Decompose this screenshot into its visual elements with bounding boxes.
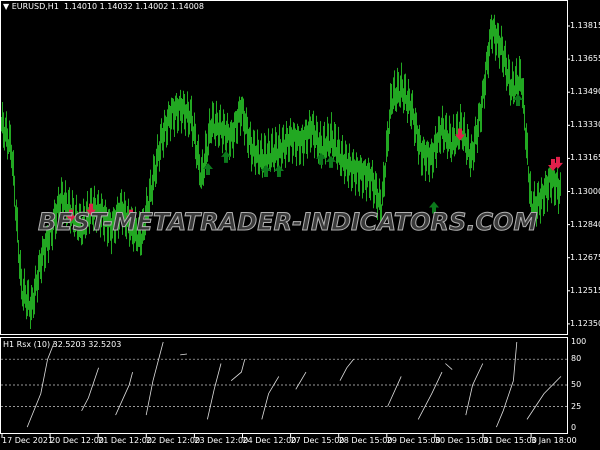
indicator-level-label: 50 [571, 380, 582, 389]
time-tick-label: 31 Dec 15:00 [483, 436, 537, 445]
price-tick-label: 1.12840 [570, 219, 600, 229]
indicator-level-label: 100 [571, 337, 587, 346]
price-tick-label: 1.12675 [570, 252, 600, 262]
price-tick-label: 1.13655 [570, 54, 600, 64]
buy-arrow-icon [326, 155, 336, 168]
indicator-level-label: 0 [571, 423, 577, 432]
rsx-line [417, 371, 443, 420]
time-tick-label: 21 Dec 12:00 [98, 436, 152, 445]
rsx-line [465, 363, 484, 416]
rsx-line [26, 341, 55, 428]
time-tick-label: 22 Dec 12:00 [146, 436, 201, 445]
price-tick-label: 1.12350 [570, 318, 600, 328]
rsx-line [180, 353, 188, 356]
rsx-line [339, 358, 354, 381]
time-tick-label: 20 Dec 12:00 [50, 436, 104, 445]
rsx-line [145, 341, 164, 416]
price-tick-label: 1.13165 [570, 153, 600, 163]
price-tick-label: 1.12515 [570, 285, 600, 295]
rsx-line [230, 359, 246, 382]
time-tick-label: 24 Dec 12:00 [242, 436, 297, 445]
watermark: BEST-METATRADER-INDICATORS.COM [37, 208, 538, 237]
rsx-line [496, 341, 518, 428]
time-tick-label: 23 Dec 12:00 [194, 436, 249, 445]
rsx-line [387, 376, 402, 407]
symbol-header: ▼ EURUSD,H1 1.14010 1.14032 1.14002 1.14… [3, 2, 204, 11]
time-tick-label: 17 Dec 2021 [2, 436, 54, 445]
chart-window[interactable]: ▼ EURUSD,H1 1.14010 1.14032 1.14002 1.14… [0, 0, 600, 450]
indicator-title: H1 Rsx (10) 32.5203 32.5203 [3, 340, 122, 349]
indicator-level-label: 80 [571, 354, 582, 364]
price-tick-label: 1.13490 [570, 87, 600, 97]
rsx-line [295, 371, 307, 390]
price-tick-label: 1.13000 [570, 186, 600, 196]
time-tick-label: 27 Dec 15:00 [290, 436, 345, 445]
time-tick-label: 29 Dec 15:00 [386, 436, 441, 445]
rsx-line [115, 371, 133, 416]
rsx-line [261, 376, 280, 420]
indicator-pane-frame [0, 337, 568, 434]
time-tick-label: 3 Jan 18:00 [531, 436, 577, 445]
collapse-triangle-icon[interactable]: ▼ [3, 2, 9, 11]
price-tick-label: 1.13330 [570, 120, 600, 130]
symbol-label: EURUSD,H1 [11, 2, 59, 11]
rsx-line [526, 376, 562, 420]
time-tick-label: 28 Dec 15:00 [338, 436, 393, 445]
price-tick-label: 1.13815 [570, 21, 600, 30]
time-tick-label: 30 Dec 15:00 [434, 436, 489, 445]
main-pane-frame [0, 0, 568, 335]
rsx-line [445, 363, 453, 370]
indicator-level-label: 25 [571, 401, 582, 411]
rsx-line [81, 367, 99, 411]
ohlc-values: 1.14010 1.14032 1.14002 1.14008 [64, 2, 204, 11]
rsx-line [207, 363, 222, 420]
buy-arrow-icon [274, 165, 284, 178]
